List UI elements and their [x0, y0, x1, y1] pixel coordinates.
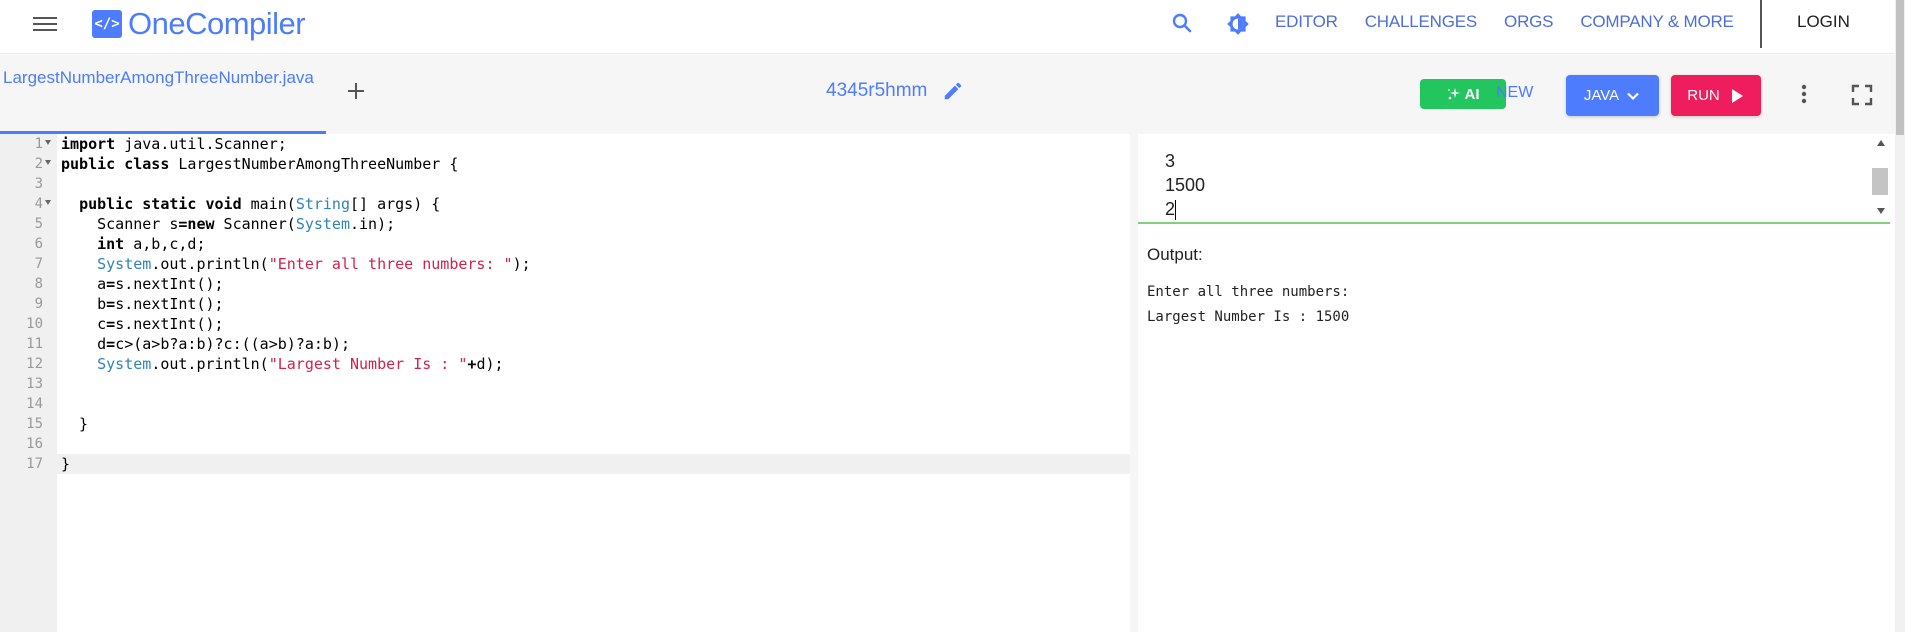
line-number: 11 [26, 336, 43, 352]
code-editor[interactable]: 1 import java.util.Scanner; 2 public cla… [0, 134, 1130, 632]
nav-link-company-more[interactable]: COMPANY & MORE [1580, 12, 1734, 32]
line-number: 13 [26, 376, 43, 392]
line-number: 5 [34, 216, 43, 232]
line-number: 1 [34, 136, 43, 152]
search-icon[interactable] [1170, 11, 1194, 35]
code-line: 16 [0, 434, 1130, 454]
code-text: System.out.println("Largest Number Is : … [97, 355, 504, 373]
line-number: 16 [26, 436, 43, 452]
ai-button-label: AI [1464, 85, 1480, 103]
nav-link-editor[interactable]: EDITOR [1275, 12, 1338, 32]
line-number: 2 [34, 156, 43, 172]
top-navbar: </> OneCompiler EDITOR CHALLENGES ORGS C… [0, 0, 1895, 54]
code-text: import java.util.Scanner; [61, 135, 287, 153]
code-line: 10 c=s.nextInt(); [0, 314, 1130, 334]
line-number: 7 [34, 256, 43, 272]
code-text: b=s.nextInt(); [61, 295, 224, 313]
login-button[interactable]: LOGIN [1797, 12, 1850, 32]
code-line: 3 [0, 174, 1130, 194]
fold-arrow-icon[interactable] [45, 140, 51, 145]
fold-arrow-icon[interactable] [45, 160, 51, 165]
scroll-up-arrow-icon[interactable] [1877, 140, 1885, 146]
line-number: 10 [26, 316, 43, 332]
hamburger-icon[interactable] [33, 13, 57, 33]
code-line: 4 public static void main(String[] args)… [0, 194, 1130, 214]
code-text: } [61, 455, 71, 473]
line-number: 12 [26, 356, 43, 372]
code-text: Scanner s=new Scanner(System.in); [61, 215, 396, 233]
code-line: 11 d=c>(a>b?a:b)?c:((a>b)?a:b); [0, 334, 1130, 354]
code-text: } [61, 415, 89, 433]
code-text: d=c>(a>b?a:b)?c:((a>b)?a:b); [61, 335, 350, 353]
file-tab[interactable]: LargestNumberAmongThreeNumber.java [0, 55, 326, 134]
code-line: 1 import java.util.Scanner; [0, 134, 1130, 154]
scroll-down-arrow-icon[interactable] [1877, 208, 1885, 214]
code-line: 13 [0, 374, 1130, 394]
output-line: Enter all three numbers: [1147, 284, 1358, 300]
text-cursor [1175, 200, 1176, 220]
fullscreen-icon[interactable] [1851, 84, 1873, 106]
code-text: public class LargestNumberAmongThreeNumb… [61, 155, 459, 173]
code-line: 5 Scanner s=new Scanner(System.in); [0, 214, 1130, 234]
brand-logo[interactable]: </> OneCompiler [92, 6, 306, 42]
code-text: a=s.nextInt(); [61, 275, 224, 293]
file-tab-label: LargestNumberAmongThreeNumber.java [3, 68, 314, 87]
code-line: 14 [0, 394, 1130, 414]
fold-arrow-icon[interactable] [45, 200, 51, 205]
code-line: 12 System.out.println("Largest Number Is… [0, 354, 1130, 374]
editor-toolbar: LargestNumberAmongThreeNumber.java 4345r… [0, 55, 1895, 134]
code-line: 9 b=s.nextInt(); [0, 294, 1130, 314]
stdin-line: 2 [1165, 199, 1176, 219]
pane-resizer[interactable] [1130, 134, 1138, 632]
language-select[interactable]: JAVA [1566, 75, 1659, 116]
plus-icon[interactable] [344, 79, 368, 103]
line-number: 15 [26, 416, 43, 432]
brand-name: OneCompiler [128, 6, 306, 41]
play-icon [1731, 88, 1743, 103]
new-button[interactable]: NEW [1496, 84, 1533, 102]
nav-links: EDITOR CHALLENGES ORGS COMPANY & MORE [1275, 12, 1761, 32]
line-number: 9 [34, 296, 43, 312]
run-button-label: RUN [1687, 87, 1720, 104]
stdin-line: 3 [1165, 151, 1176, 171]
line-number: 8 [34, 276, 43, 292]
code-text: System.out.println("Enter all three numb… [97, 255, 531, 273]
run-button[interactable]: RUN [1671, 75, 1761, 116]
page-scrollbar-thumb[interactable] [1896, 0, 1904, 135]
brightness-icon[interactable] [1225, 11, 1251, 37]
code-brackets-icon: </> [92, 10, 122, 38]
line-number: 4 [34, 196, 43, 212]
output-line: Largest Number Is : 1500 [1147, 309, 1350, 325]
ai-button[interactable]: AI [1420, 79, 1506, 109]
code-text: int a,b,c,d; [97, 235, 206, 253]
stdin-scrollbar-thumb[interactable] [1872, 168, 1888, 195]
line-number: 3 [34, 176, 43, 192]
language-label: JAVA [1583, 87, 1620, 104]
code-line: 7 System.out.println("Enter all three nu… [0, 254, 1130, 274]
code-text: public static void main(String[] args) { [79, 195, 441, 213]
project-title-text: 4345r5hmm [826, 80, 928, 101]
stdin-line: 1500 [1165, 175, 1206, 195]
sparkle-icon [1447, 88, 1460, 100]
code-line: 15 } [0, 414, 1130, 434]
output-panel: Output: Enter all three numbers: Largest… [1138, 226, 1890, 632]
nav-link-challenges[interactable]: CHALLENGES [1365, 12, 1478, 32]
more-vertical-icon[interactable] [1794, 82, 1814, 106]
chevron-down-icon [1627, 92, 1639, 100]
nav-link-orgs[interactable]: ORGS [1504, 12, 1553, 32]
code-text: c=s.nextInt(); [61, 315, 224, 333]
code-line: 8 a=s.nextInt(); [0, 274, 1130, 294]
project-title: 4345r5hmm [826, 80, 964, 102]
nav-divider [1760, 0, 1762, 48]
code-line: 6 int a,b,c,d; [0, 234, 1130, 254]
code-line-active: 17 } [0, 454, 1130, 474]
line-number: 14 [26, 396, 43, 412]
line-number: 17 [26, 456, 43, 472]
output-label: Output: [1147, 245, 1203, 264]
code-line: 2 public class LargestNumberAmongThreeNu… [0, 154, 1130, 174]
stdin-input[interactable]: 3 1500 2 [1138, 134, 1890, 224]
pencil-icon[interactable] [942, 80, 964, 102]
line-number: 6 [34, 236, 43, 252]
